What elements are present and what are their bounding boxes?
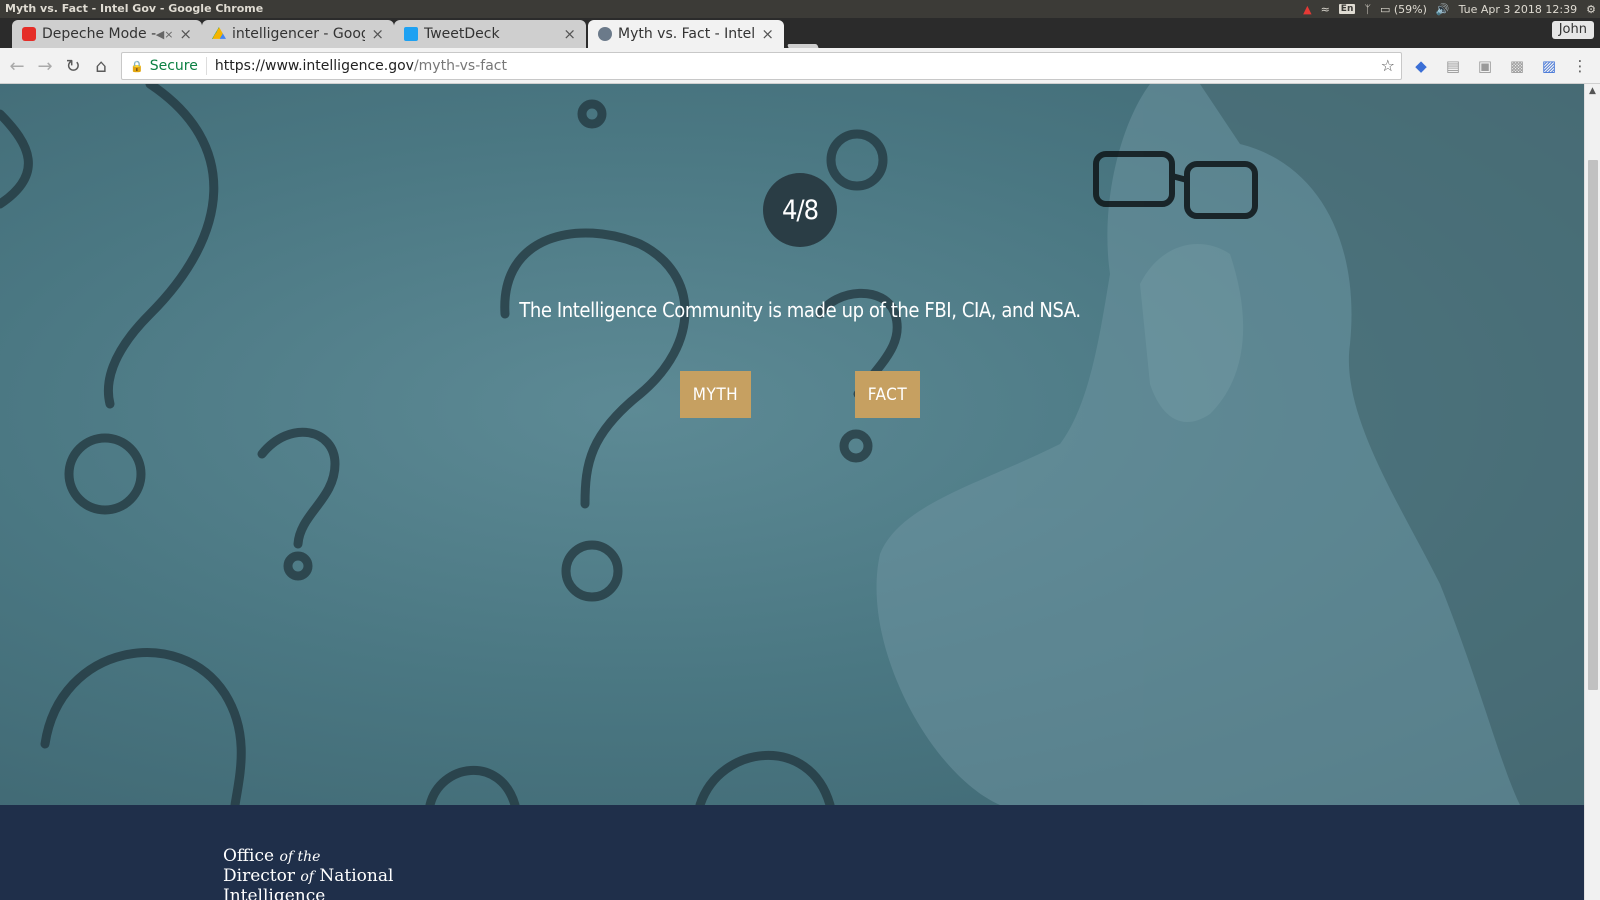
question-dot-center xyxy=(561,540,623,602)
youtube-icon xyxy=(22,27,36,41)
twitter-icon xyxy=(404,27,418,41)
tab-intelligencer[interactable]: intelligencer - Goog × xyxy=(202,20,394,48)
tab-tweetdeck[interactable]: TweetDeck × xyxy=(394,20,586,48)
logo-word-of: of xyxy=(300,869,314,885)
page-scrollbar[interactable]: ▲ xyxy=(1584,84,1600,900)
question-mark-small xyxy=(257,427,340,549)
logo-word-of-the: of the xyxy=(279,849,321,865)
address-bar[interactable]: 🔒 Secure https://www.intelligence.gov/my… xyxy=(121,52,1402,80)
tab-close-icon[interactable]: × xyxy=(563,25,576,43)
secure-label: Secure xyxy=(149,58,198,74)
url-host: https://www.intelligence.gov xyxy=(214,58,414,74)
tab-close-icon[interactable]: × xyxy=(371,25,384,43)
home-icon[interactable]: ⌂ xyxy=(89,54,113,78)
tab-depeche-mode[interactable]: Depeche Mode - I ◀× × xyxy=(12,20,202,48)
tab-close-icon[interactable]: × xyxy=(761,25,774,43)
question-mark-large-left xyxy=(103,84,219,409)
reload-icon[interactable]: ↻ xyxy=(61,54,85,78)
speaker-muted-icon[interactable]: ◀× xyxy=(156,28,174,41)
tab-title: TweetDeck xyxy=(424,26,500,42)
translate-icon[interactable]: ▨ xyxy=(1539,56,1559,76)
question-progress-badge: 4/8 xyxy=(763,173,837,247)
site-footer: Office of the Director of National Intel… xyxy=(0,805,1584,900)
wifi-icon[interactable]: ≈ xyxy=(1321,3,1330,16)
lock-icon: 🔒 xyxy=(130,59,144,73)
scroll-up-arrow-icon[interactable]: ▲ xyxy=(1589,86,1596,96)
odni-logo[interactable]: Office of the Director of National Intel… xyxy=(223,847,473,900)
browser-toolbar: ← → ↻ ⌂ 🔒 Secure https://www.intelligenc… xyxy=(0,48,1600,84)
tab-title: intelligencer - Goog xyxy=(232,26,366,42)
tab-title: Depeche Mode - I xyxy=(42,26,156,42)
scrollbar-thumb[interactable] xyxy=(1588,160,1598,690)
question-dot-right xyxy=(839,429,873,463)
bluetooth-icon[interactable]: ᛉ xyxy=(1364,3,1371,16)
window-title: Myth vs. Fact - Intel Gov - Google Chrom… xyxy=(5,2,264,15)
url-path: /myth-vs-fact xyxy=(413,58,507,74)
puzzle-extension-icon[interactable]: ▣ xyxy=(1475,56,1495,76)
tab-strip: Depeche Mode - I ◀× × intelligencer - Go… xyxy=(0,18,1600,60)
forward-arrow-icon[interactable]: → xyxy=(33,54,57,78)
back-arrow-icon[interactable]: ← xyxy=(5,54,29,78)
keyboard-layout-indicator[interactable]: En xyxy=(1338,4,1356,14)
question-mark-edge-left xyxy=(0,109,33,209)
quiz-question: The Intelligence Community is made up of… xyxy=(519,298,1081,322)
bookmark-star-icon[interactable]: ☆ xyxy=(1381,56,1395,75)
battery-icon: ▭ xyxy=(1379,2,1391,16)
question-mark-center xyxy=(500,228,690,509)
question-mark-bottom-left xyxy=(40,648,246,805)
logo-word-office: Office xyxy=(223,846,275,866)
url-text[interactable]: https://www.intelligence.gov/myth-vs-fac… xyxy=(207,58,507,74)
tab-title: Myth vs. Fact - Intel xyxy=(618,26,756,42)
question-dot-small xyxy=(283,551,313,581)
page-viewport: 4/8 The Intelligence Community is made u… xyxy=(0,84,1584,900)
question-mark-bottom-small xyxy=(425,765,520,805)
system-tray: ▲ ≈ En ᛉ ▭ (59%) 🔊 Tue Apr 3 2018 12:39 … xyxy=(1303,0,1596,18)
question-mark-bottom-center xyxy=(695,751,835,805)
logo-word-director: Director xyxy=(223,866,295,886)
globe-icon xyxy=(598,27,612,41)
tab-myth-vs-fact[interactable]: Myth vs. Fact - Intel × xyxy=(588,20,784,48)
battery-indicator[interactable]: ▭ (59%) xyxy=(1380,3,1427,16)
hero-section: 4/8 The Intelligence Community is made u… xyxy=(0,84,1584,805)
fact-button[interactable]: FACT xyxy=(855,371,920,418)
logo-line-2: Director of National Intelligence xyxy=(223,867,473,900)
tab-close-icon[interactable]: × xyxy=(179,25,192,43)
question-dot-top xyxy=(577,99,607,129)
google-drive-icon xyxy=(212,27,226,39)
battery-percent: (59%) xyxy=(1393,2,1427,16)
warning-icon[interactable]: ▲ xyxy=(1303,3,1311,16)
camera-icon[interactable]: ▩ xyxy=(1507,56,1527,76)
settings-gear-icon[interactable]: ⚙ xyxy=(1586,3,1596,16)
clock[interactable]: Tue Apr 3 2018 12:39 xyxy=(1459,3,1578,16)
woman-figure xyxy=(876,84,1584,805)
myth-button[interactable]: MYTH xyxy=(680,371,751,418)
logo-line-1: Office of the xyxy=(223,847,473,867)
extension-shield-icon[interactable]: ◆ xyxy=(1411,56,1431,76)
question-dot-upper-right xyxy=(826,129,888,191)
profile-button[interactable]: John xyxy=(1551,21,1594,39)
volume-icon[interactable]: 🔊 xyxy=(1436,3,1450,16)
os-top-bar: Myth vs. Fact - Intel Gov - Google Chrom… xyxy=(0,0,1600,18)
menu-kebab-icon[interactable]: ⋮ xyxy=(1570,56,1590,76)
rss-feed-icon[interactable]: ▤ xyxy=(1443,56,1463,76)
secure-indicator[interactable]: 🔒 Secure xyxy=(122,57,207,75)
question-dot-left xyxy=(64,433,146,515)
